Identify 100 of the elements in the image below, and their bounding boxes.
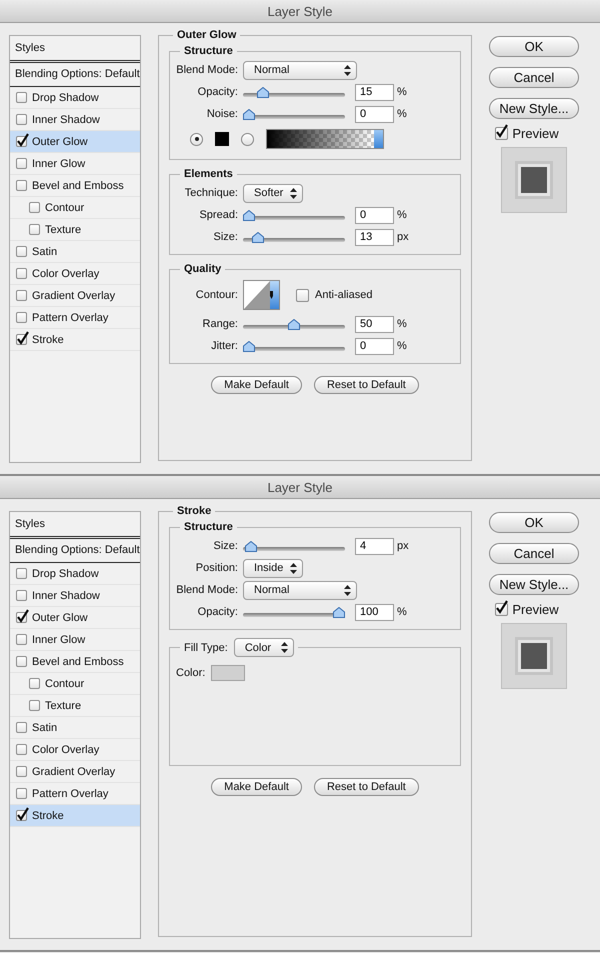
gradient-picker[interactable] xyxy=(266,129,384,149)
button[interactable]: New Style... xyxy=(489,98,579,119)
slider-track[interactable] xyxy=(243,606,345,618)
checkbox[interactable] xyxy=(16,744,27,755)
style-list-item[interactable]: Inner Shadow xyxy=(10,585,140,607)
input-field[interactable]: 13 xyxy=(355,228,394,246)
slider-thumb[interactable] xyxy=(243,210,255,220)
style-list-item[interactable]: Drop Shadow xyxy=(10,87,140,109)
button[interactable]: Make Default xyxy=(211,778,302,796)
button[interactable]: Reset to Default xyxy=(314,376,419,394)
dropdown[interactable]: Normal xyxy=(243,60,357,80)
style-list-item[interactable]: Bevel and Emboss xyxy=(10,175,140,197)
input-field[interactable]: 0 xyxy=(355,338,394,354)
checkbox[interactable] xyxy=(16,766,27,777)
style-list-item[interactable]: Satin xyxy=(10,241,140,263)
slider-thumb[interactable] xyxy=(243,108,255,120)
input-field[interactable]: 0 xyxy=(355,106,394,122)
checkbox[interactable] xyxy=(29,700,40,711)
slider-thumb[interactable] xyxy=(256,86,268,98)
checkbox[interactable] xyxy=(16,114,27,125)
checkbox[interactable] xyxy=(16,92,27,103)
slider-thumb[interactable] xyxy=(244,540,257,552)
checkbox[interactable] xyxy=(16,656,27,667)
style-list-item[interactable]: Inner Glow xyxy=(10,153,140,175)
input-field[interactable]: 50 xyxy=(355,316,394,332)
checkbox[interactable] xyxy=(16,290,27,301)
slider-track[interactable] xyxy=(243,232,345,242)
button[interactable]: Make Default xyxy=(211,376,302,394)
color-swatch[interactable] xyxy=(211,665,246,681)
button[interactable]: Cancel xyxy=(489,67,579,88)
checkbox[interactable] xyxy=(29,202,40,213)
checkbox[interactable] xyxy=(29,678,40,689)
slider-track[interactable] xyxy=(243,86,345,98)
button[interactable]: Reset to Default xyxy=(314,778,419,796)
slider-thumb[interactable] xyxy=(243,340,255,352)
slider-thumb[interactable] xyxy=(333,606,345,618)
button[interactable]: New Style... xyxy=(489,574,579,595)
checkbox[interactable] xyxy=(16,136,27,147)
checkbox[interactable] xyxy=(16,158,27,169)
style-list-item[interactable]: Color Overlay xyxy=(10,739,140,761)
style-list-item[interactable]: Texture xyxy=(10,219,140,241)
checkbox[interactable] xyxy=(495,603,508,616)
style-list-item[interactable]: Inner Glow xyxy=(10,629,140,651)
field-label: Jitter: xyxy=(211,340,238,352)
input-field[interactable]: 15 xyxy=(355,84,394,100)
slider-track[interactable] xyxy=(243,108,345,120)
input-field[interactable]: 0 xyxy=(355,206,394,224)
style-list-item[interactable]: Outer Glow xyxy=(10,131,140,153)
style-list-item[interactable]: Gradient Overlay xyxy=(10,285,140,307)
button[interactable]: OK xyxy=(489,512,579,533)
checkbox[interactable] xyxy=(16,612,27,623)
list-item[interactable]: Blending Options: Default xyxy=(15,63,140,86)
checkbox[interactable] xyxy=(16,590,27,601)
style-list-item[interactable]: Outer Glow xyxy=(10,607,140,629)
contour-picker[interactable] xyxy=(243,280,280,310)
checkbox[interactable] xyxy=(16,312,27,323)
radio-button[interactable] xyxy=(241,132,254,146)
button[interactable]: OK xyxy=(489,36,579,57)
checkbox[interactable] xyxy=(16,268,27,279)
checkbox[interactable] xyxy=(29,224,40,235)
checkbox[interactable] xyxy=(16,810,27,821)
style-list-item[interactable]: Satin xyxy=(10,717,140,739)
checkbox[interactable] xyxy=(16,722,27,733)
style-list-item[interactable]: Bevel and Emboss xyxy=(10,651,140,673)
input-field[interactable]: 100 xyxy=(355,604,394,620)
button[interactable]: Cancel xyxy=(489,543,579,564)
style-list-item[interactable]: Texture xyxy=(10,695,140,717)
checkbox[interactable] xyxy=(296,288,309,302)
style-list-item[interactable]: Contour xyxy=(10,673,140,695)
list-item[interactable]: Blending Options: Default xyxy=(15,539,140,562)
slider-thumb[interactable] xyxy=(288,318,300,330)
slider-track[interactable] xyxy=(243,540,345,552)
style-list-item[interactable]: Stroke xyxy=(10,329,140,351)
checkbox[interactable] xyxy=(16,180,27,191)
field-label: Size: xyxy=(214,540,238,552)
checkbox[interactable] xyxy=(16,334,27,345)
checkbox[interactable] xyxy=(16,246,27,257)
dropdown[interactable]: Color xyxy=(234,638,294,657)
dropdown[interactable]: Inside xyxy=(243,558,303,578)
slider-track[interactable] xyxy=(243,340,345,352)
style-list-item[interactable]: Stroke xyxy=(10,805,140,827)
slider-track[interactable] xyxy=(243,318,345,330)
checkbox[interactable] xyxy=(16,788,27,799)
checkbox[interactable] xyxy=(16,634,27,645)
color-swatch[interactable] xyxy=(215,132,229,146)
checkbox[interactable] xyxy=(495,127,508,140)
style-list-item[interactable]: Color Overlay xyxy=(10,263,140,285)
style-list-item[interactable]: Gradient Overlay xyxy=(10,761,140,783)
updown-arrows-icon xyxy=(344,64,351,76)
style-list-item[interactable]: Drop Shadow xyxy=(10,563,140,585)
radio-button[interactable] xyxy=(190,132,203,146)
unit-label: px xyxy=(397,540,409,552)
slider-thumb[interactable] xyxy=(252,232,264,242)
style-list-item[interactable]: Contour xyxy=(10,197,140,219)
slider-track[interactable] xyxy=(243,210,345,220)
dropdown[interactable]: Normal xyxy=(243,580,357,600)
checkbox[interactable] xyxy=(16,568,27,579)
style-list-item[interactable]: Pattern Overlay xyxy=(10,307,140,329)
input-field[interactable]: 4 xyxy=(355,538,394,554)
dropdown[interactable]: Softer xyxy=(243,184,303,202)
